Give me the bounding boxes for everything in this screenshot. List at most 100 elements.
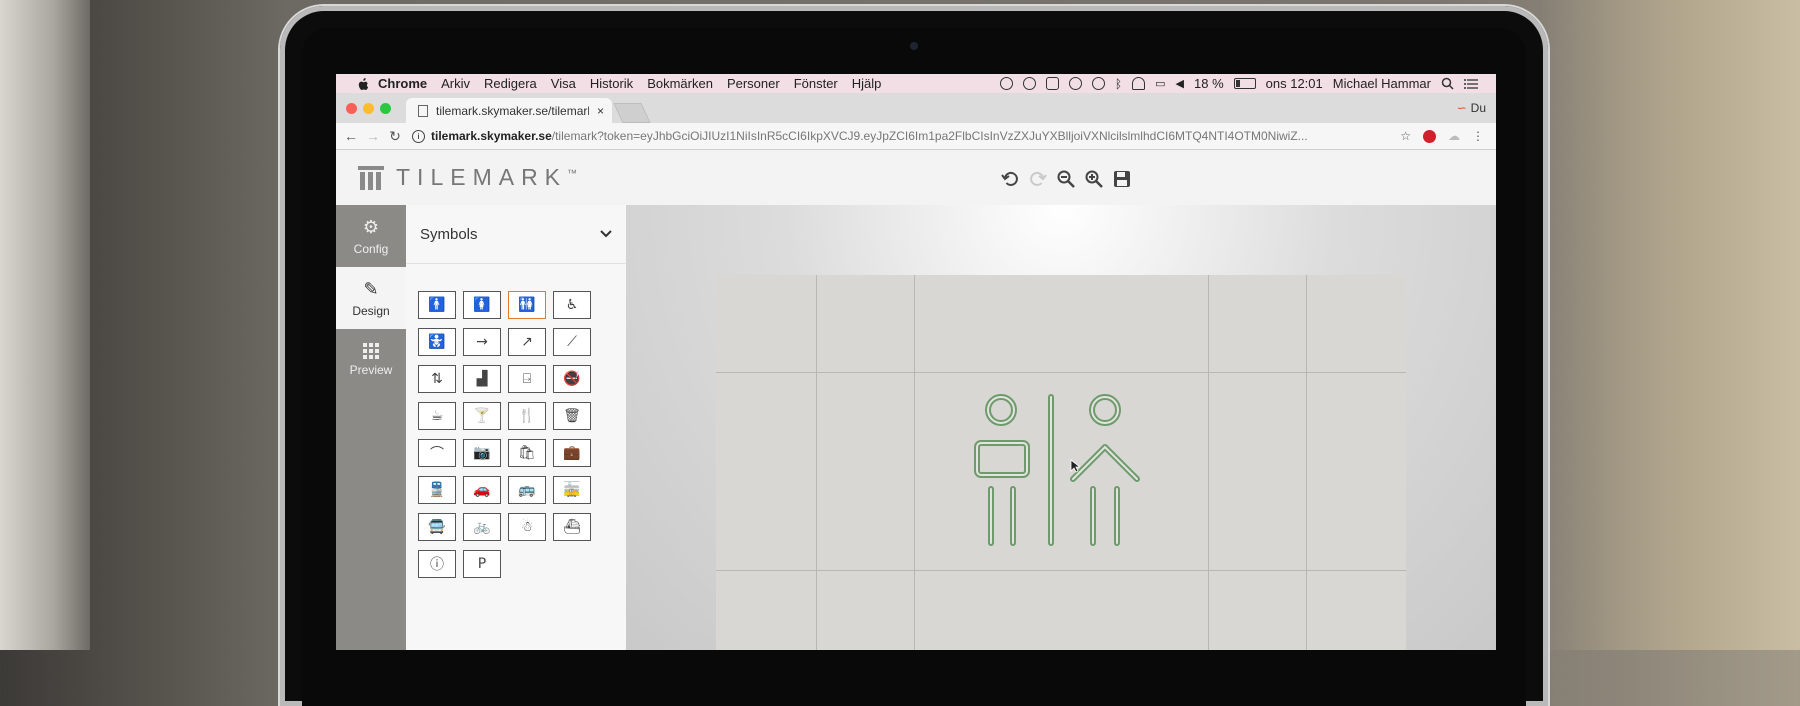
wifi-icon[interactable] — [1132, 77, 1146, 90]
escalator-icon[interactable]: ⟋ — [553, 328, 591, 356]
forward-arrow-icon[interactable]: → — [362, 128, 384, 144]
gear-icon: ⚙ — [362, 216, 380, 237]
save-icon[interactable] — [1111, 168, 1133, 190]
bicycle-icon[interactable]: 🚲 — [463, 513, 501, 541]
zoom-in-icon[interactable] — [1083, 168, 1105, 190]
tile-wall[interactable] — [716, 275, 1406, 650]
tile-seam — [1306, 275, 1307, 650]
window-zoom-button[interactable] — [380, 103, 391, 114]
notification-center-icon[interactable] — [1464, 78, 1478, 90]
time-machine-icon[interactable] — [1091, 77, 1105, 90]
creative-cloud-icon[interactable] — [1022, 77, 1036, 90]
menu-personer[interactable]: Personer — [727, 76, 780, 91]
redo-icon[interactable] — [1027, 168, 1049, 190]
lost-property-icon[interactable]: ☃ — [508, 513, 546, 541]
pencil-icon: ✎ — [363, 278, 379, 299]
checkmark-icon[interactable] — [1045, 77, 1059, 90]
extension-icon[interactable]: ☁ — [1448, 129, 1460, 143]
browser-tab-active[interactable]: tilemark.skymaker.se/tilemark × — [406, 98, 612, 123]
train-icon[interactable]: 🚆 — [418, 476, 456, 504]
woman-icon[interactable]: 🚺 — [463, 291, 501, 319]
menu-bokmarken[interactable]: Bokmärken — [647, 76, 713, 91]
shopping-icon[interactable]: 🛍 — [508, 439, 546, 467]
airplay-icon[interactable]: ▭ — [1155, 77, 1165, 90]
menu-historik[interactable]: Historik — [590, 76, 633, 91]
no-smoking-icon[interactable]: 🚭 — [553, 365, 591, 393]
exit-icon[interactable]: ⍈ — [508, 365, 546, 393]
man-icon[interactable]: 🚹 — [418, 291, 456, 319]
arrow-right-icon[interactable]: → — [463, 328, 501, 356]
background-left-blur — [0, 0, 90, 650]
sidebar-tab-config[interactable]: ⚙ Config — [336, 205, 406, 267]
arrow-diagonal-glyph: ↗ — [521, 334, 533, 350]
new-tab-button[interactable] — [613, 103, 651, 123]
back-arrow-icon[interactable]: ← — [340, 128, 362, 144]
cocktail-glyph: 🍸 — [473, 408, 491, 424]
tram-icon[interactable]: 🚋 — [553, 476, 591, 504]
menu-app-chrome[interactable]: Chrome — [378, 76, 427, 91]
battery-icon[interactable] — [1233, 78, 1256, 89]
car-icon[interactable]: 🚗 — [463, 476, 501, 504]
menu-arkiv[interactable]: Arkiv — [441, 76, 470, 91]
zoom-out-icon[interactable] — [1055, 168, 1077, 190]
boat-icon[interactable]: ⛴ — [553, 513, 591, 541]
parking-glyph: P — [477, 556, 487, 572]
coach-icon[interactable]: 🚍 — [418, 513, 456, 541]
tab-close-icon[interactable]: × — [597, 104, 604, 118]
sync-icon[interactable] — [1068, 77, 1082, 90]
elevator-icon[interactable]: ⇅ — [418, 365, 456, 393]
record-icon[interactable] — [999, 77, 1013, 90]
restaurant-glyph: 🍴 — [518, 408, 536, 424]
reload-icon[interactable]: ↻ — [384, 128, 406, 145]
tilemark-logo[interactable]: TILEMARK™ — [358, 164, 577, 191]
design-canvas[interactable] — [626, 205, 1496, 650]
luggage-glyph: 💼 — [563, 445, 581, 461]
menu-visa[interactable]: Visa — [551, 76, 576, 91]
camera-icon[interactable]: 📷 — [463, 439, 501, 467]
bus-icon[interactable]: 🚌 — [508, 476, 546, 504]
window-minimize-button[interactable] — [363, 103, 374, 114]
info-icon[interactable]: i — [412, 129, 425, 143]
sidebar-tab-design[interactable]: ✎ Design — [336, 267, 406, 329]
toilets-icon[interactable]: 🚻 — [508, 291, 546, 319]
browser-address-bar: ← → ↻ i tilemark.skymaker.se/tilemark?to… — [336, 123, 1496, 150]
coffee-icon[interactable]: ☕ — [418, 402, 456, 430]
volume-icon[interactable]: ◀ — [1176, 77, 1184, 90]
camera-glyph: 📷 — [473, 445, 491, 461]
toilets-glyph: 🚻 — [518, 297, 536, 313]
bookmark-star-icon[interactable]: ☆ — [1400, 129, 1411, 143]
menu-fonster[interactable]: Fönster — [794, 76, 838, 91]
apple-icon[interactable] — [356, 77, 370, 91]
tab-title: tilemark.skymaker.se/tilemark — [436, 103, 589, 118]
chrome-menu-icon[interactable]: ⋮ — [1472, 129, 1484, 143]
trash-icon[interactable]: 🗑 — [553, 402, 591, 430]
luggage-icon[interactable]: 💼 — [553, 439, 591, 467]
spotlight-search-icon[interactable] — [1441, 77, 1454, 90]
logo-wordmark: TILEMARK — [396, 164, 568, 190]
arrow-diagonal-icon[interactable]: ↗ — [508, 328, 546, 356]
menu-redigera[interactable]: Redigera — [484, 76, 537, 91]
user-name[interactable]: Michael Hammar — [1333, 76, 1431, 91]
sidebar-tab-preview[interactable]: Preview — [336, 329, 406, 391]
baby-change-icon[interactable]: 🚼 — [418, 328, 456, 356]
info-icon[interactable]: ⓘ — [418, 550, 456, 578]
stairs-icon[interactable]: ▟ — [463, 365, 501, 393]
man-glyph: 🚹 — [428, 297, 446, 313]
cloakroom-icon[interactable]: ⌒ — [418, 439, 456, 467]
parking-icon[interactable]: P — [463, 550, 501, 578]
window-close-button[interactable] — [346, 103, 357, 114]
clock[interactable]: ons 12:01 — [1266, 76, 1323, 91]
profile-button[interactable]: ∽ Du — [1457, 101, 1486, 115]
cocktail-icon[interactable]: 🍸 — [463, 402, 501, 430]
symbols-dropdown[interactable]: Symbols — [406, 205, 626, 264]
bluetooth-icon[interactable]: ᛒ — [1115, 77, 1122, 91]
logo-trademark: ™ — [567, 168, 578, 180]
undo-icon[interactable] — [999, 168, 1021, 190]
pinterest-extension-icon[interactable] — [1423, 129, 1436, 143]
wheelchair-icon[interactable]: ♿ — [553, 291, 591, 319]
menu-hjalp[interactable]: Hjälp — [852, 76, 882, 91]
address-bar-actions: ☆ ☁ ⋮ — [1400, 129, 1496, 143]
restaurant-icon[interactable]: 🍴 — [508, 402, 546, 430]
toilets-symbol-on-wall[interactable] — [971, 393, 1151, 553]
url-field[interactable]: i tilemark.skymaker.se/tilemark?token=ey… — [412, 126, 1394, 146]
